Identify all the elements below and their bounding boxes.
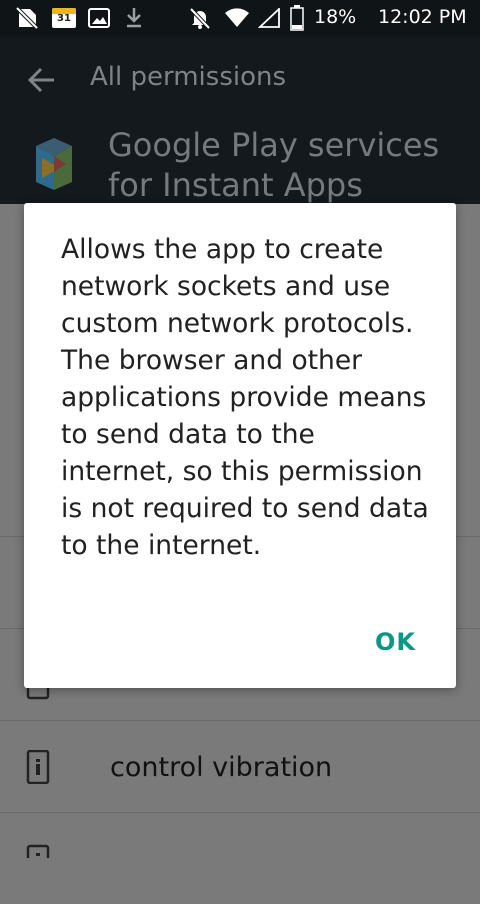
list-item[interactable]: control vibration	[0, 720, 480, 812]
calendar-icon: 31	[52, 8, 76, 28]
arrow-back-icon[interactable]	[22, 60, 62, 100]
battery-percent: 18%	[314, 6, 357, 28]
ok-button[interactable]: OK	[375, 628, 416, 656]
no-sim-icon	[16, 7, 38, 29]
play-instant-logo	[36, 138, 72, 190]
calendar-day: 31	[57, 13, 71, 24]
phone-info-icon	[26, 686, 50, 700]
app-name: Google Play services for Instant Apps	[108, 126, 440, 204]
phone-info-icon	[26, 844, 50, 858]
permission-dialog: Allows the app to create network sockets…	[24, 203, 456, 688]
status-bar: 31 18% 12:02 PM	[0, 0, 480, 36]
signal-icon	[258, 8, 280, 28]
list-item-label: control vibration	[110, 752, 333, 783]
wifi-icon	[225, 8, 249, 27]
phone-info-icon	[26, 750, 50, 784]
mute-icon	[189, 7, 211, 30]
list-item[interactable]	[0, 812, 480, 904]
app-header: Google Play services for Instant Apps	[0, 122, 480, 204]
download-icon	[127, 8, 141, 28]
image-icon	[88, 8, 110, 28]
app-bar: All permissions	[0, 36, 480, 122]
clock: 12:02 PM	[378, 6, 467, 28]
page-title: All permissions	[90, 62, 287, 92]
battery-icon	[290, 5, 304, 31]
dialog-message: Allows the app to create network sockets…	[61, 234, 429, 561]
